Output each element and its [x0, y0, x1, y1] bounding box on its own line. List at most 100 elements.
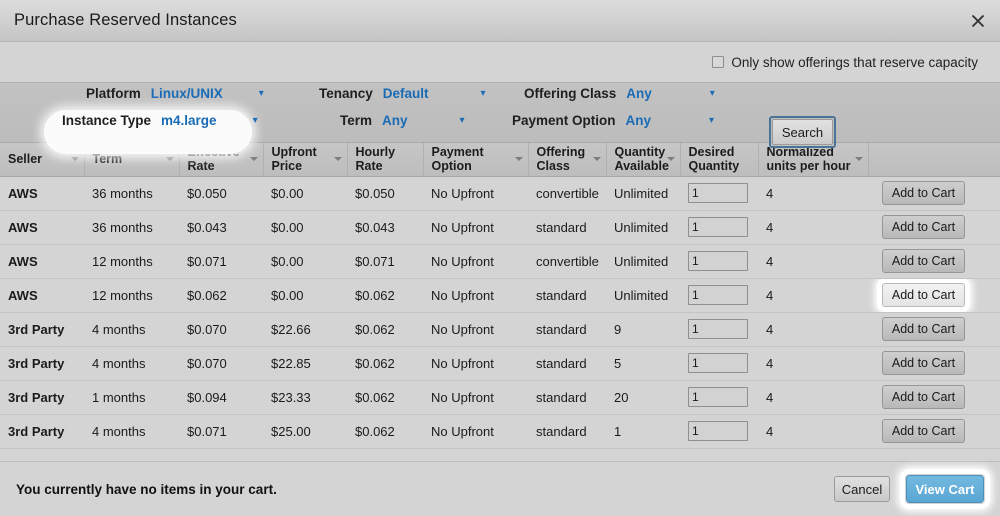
purchase-reserved-instances-dialog: Purchase Reserved Instances Only show of…: [0, 0, 1000, 516]
view-cart-button[interactable]: View Cart: [906, 475, 984, 503]
filter-tenancy-label: Tenancy: [319, 86, 373, 101]
column-header-normalized-units[interactable]: Normalized units per hour: [758, 143, 869, 177]
filter-platform-value[interactable]: Linux/UNIX: [151, 86, 223, 101]
desired-quantity-input[interactable]: [688, 319, 748, 339]
footer-actions: Cancel View Cart: [834, 469, 990, 509]
chevron-down-icon[interactable]: ▾: [253, 115, 258, 126]
filter-tenancy: Tenancy Default ▾: [319, 86, 486, 101]
table-row: AWS 36 months $0.050 $0.00 $0.050 No Upfront c…: [0, 176, 1000, 211]
cell-quantity-available: 1: [606, 414, 680, 449]
filter-term: Term Any ▾: [340, 113, 465, 128]
add-to-cart-button[interactable]: Add to Cart: [882, 283, 965, 307]
cell-payment-option: No Upfront: [423, 346, 528, 381]
dialog-footer: You currently have no items in your cart…: [0, 461, 1000, 516]
desired-quantity-input[interactable]: [688, 285, 748, 305]
cell-offering-class: standard: [528, 312, 606, 347]
chevron-down-icon[interactable]: ▾: [709, 115, 714, 126]
sort-arrow-icon[interactable]: [249, 157, 258, 162]
add-to-cart-button[interactable]: Add to Cart: [882, 419, 965, 443]
close-icon[interactable]: [964, 7, 992, 35]
sort-arrow-icon[interactable]: [333, 157, 342, 162]
sort-arrow-icon[interactable]: [165, 157, 174, 162]
cell-payment-option: No Upfront: [423, 380, 528, 415]
cell-term: 4 months: [84, 346, 179, 381]
chevron-down-icon[interactable]: ▾: [710, 88, 715, 99]
filter-instance-type-value[interactable]: m4.large: [161, 113, 217, 128]
cell-actions: Add to Cart: [868, 210, 1000, 245]
cell-desired-quantity: [680, 414, 758, 449]
sort-arrow-icon[interactable]: [514, 157, 523, 162]
sort-arrow-icon[interactable]: [70, 157, 79, 162]
column-header-quantity-available[interactable]: Quantity Available: [606, 143, 681, 177]
sort-arrow-icon[interactable]: [666, 157, 675, 162]
filter-payment-option: Payment Option Any ▾: [512, 113, 714, 128]
cell-normalized-units: 4: [758, 244, 868, 279]
cell-payment-option: No Upfront: [423, 244, 528, 279]
add-to-cart-button[interactable]: Add to Cart: [882, 181, 965, 205]
cell-effective-rate: $0.062: [179, 278, 263, 313]
dialog-titlebar: Purchase Reserved Instances: [0, 0, 1000, 42]
sort-arrow-icon[interactable]: [592, 157, 601, 162]
chevron-down-icon[interactable]: ▾: [259, 88, 264, 99]
filter-payment-option-value[interactable]: Any: [626, 113, 652, 128]
cell-hourly-rate: $0.043: [347, 210, 423, 245]
cell-desired-quantity: [680, 312, 758, 347]
cell-term: 36 months: [84, 176, 179, 211]
cell-upfront-price: $22.85: [263, 346, 347, 381]
cell-effective-rate: $0.071: [179, 244, 263, 279]
cell-offering-class: standard: [528, 380, 606, 415]
column-label: Payment Option: [431, 144, 484, 174]
chevron-down-icon[interactable]: ▾: [460, 115, 465, 126]
add-to-cart-button[interactable]: Add to Cart: [882, 351, 965, 375]
filter-offering-class: Offering Class Any ▾: [524, 86, 715, 101]
cell-quantity-available: 5: [606, 346, 680, 381]
chevron-down-icon[interactable]: ▾: [481, 88, 486, 99]
cancel-button[interactable]: Cancel: [834, 476, 890, 502]
filter-offering-class-label: Offering Class: [524, 86, 617, 101]
desired-quantity-input[interactable]: [688, 217, 748, 237]
add-to-cart-button[interactable]: Add to Cart: [882, 317, 965, 341]
table-row: 3rd Party 4 months $0.070 $22.85 $0.062 No Up…: [0, 346, 1000, 381]
desired-quantity-input[interactable]: [688, 183, 748, 203]
column-header-hourly-rate[interactable]: Hourly Rate: [347, 143, 424, 177]
column-header-upfront-price[interactable]: Upfront Price: [263, 143, 348, 177]
desired-quantity-input[interactable]: [688, 251, 748, 271]
cell-actions: Add to Cart: [868, 176, 1000, 211]
cell-seller: 3rd Party: [0, 414, 84, 449]
cell-upfront-price: $22.66: [263, 312, 347, 347]
filter-tenancy-value[interactable]: Default: [383, 86, 429, 101]
add-to-cart-button[interactable]: Add to Cart: [882, 215, 965, 239]
offerings-table: Seller Term Effective Rate Upfront Price…: [0, 143, 1000, 449]
search-button[interactable]: Search: [772, 119, 833, 145]
cell-offering-class: standard: [528, 414, 606, 449]
filter-term-value[interactable]: Any: [382, 113, 408, 128]
cell-offering-class: convertible: [528, 176, 606, 211]
checkbox-box-icon[interactable]: [712, 56, 725, 68]
cell-seller: AWS: [0, 210, 84, 245]
column-header-payment-option[interactable]: Payment Option: [423, 143, 529, 177]
table-row: 3rd Party 4 months $0.071 $25.00 $0.062 No Up…: [0, 414, 1000, 449]
cell-payment-option: No Upfront: [423, 312, 528, 347]
cart-status-text: You currently have no items in your cart…: [16, 481, 277, 497]
cell-effective-rate: $0.070: [179, 312, 263, 347]
reserve-capacity-checkbox[interactable]: Only show offerings that reserve capacit…: [712, 55, 978, 70]
table-row: 3rd Party 4 months $0.070 $22.66 $0.062 No Up…: [0, 312, 1000, 347]
column-header-desired-quantity[interactable]: Desired Quantity: [680, 143, 759, 177]
column-header-offering-class[interactable]: Offering Class: [528, 143, 607, 177]
cell-quantity-available: Unlimited: [606, 244, 680, 279]
cell-hourly-rate: $0.062: [347, 312, 423, 347]
desired-quantity-input[interactable]: [688, 387, 748, 407]
cell-offering-class: standard: [528, 210, 606, 245]
cell-quantity-available: Unlimited: [606, 278, 680, 313]
desired-quantity-input[interactable]: [688, 353, 748, 373]
desired-quantity-input[interactable]: [688, 421, 748, 441]
cell-actions: Add to Cart: [868, 414, 1000, 449]
filter-offering-class-value[interactable]: Any: [626, 86, 652, 101]
cell-normalized-units: 4: [758, 312, 868, 347]
add-to-cart-button[interactable]: Add to Cart: [882, 249, 965, 273]
cell-hourly-rate: $0.062: [347, 414, 423, 449]
filter-platform: Platform Linux/UNIX ▾: [86, 86, 264, 101]
sort-arrow-icon[interactable]: [854, 157, 863, 162]
filter-payment-option-label: Payment Option: [512, 113, 616, 128]
add-to-cart-button[interactable]: Add to Cart: [882, 385, 965, 409]
